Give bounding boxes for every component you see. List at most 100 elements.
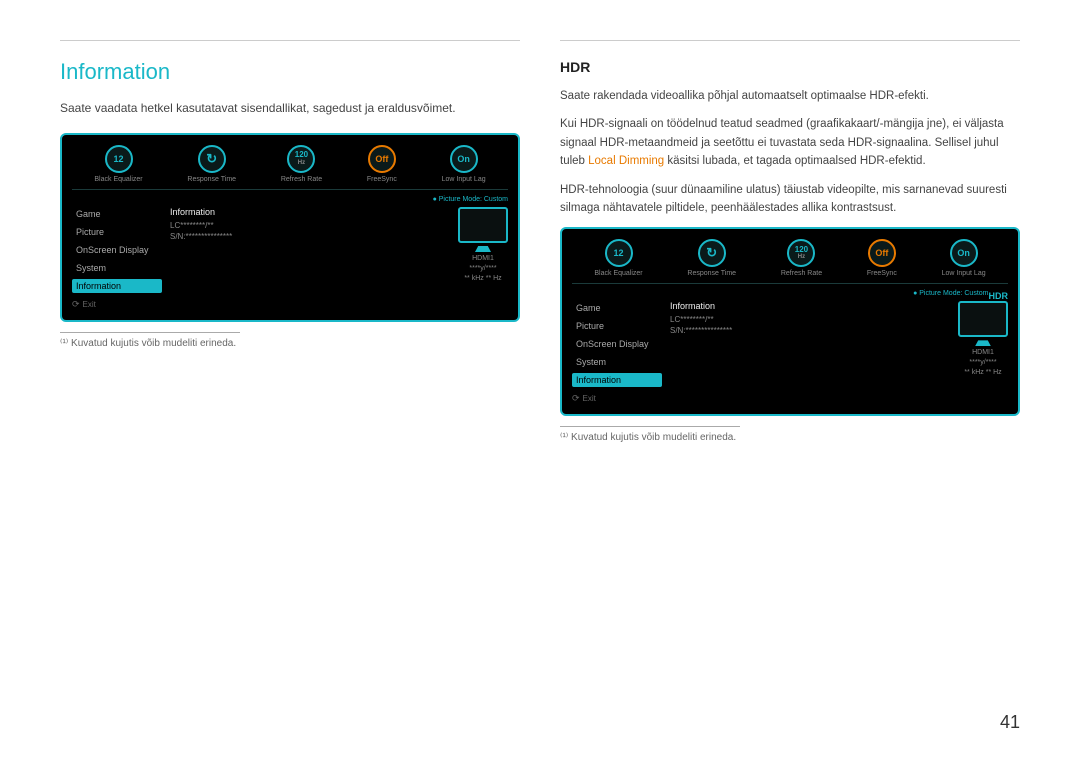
monitor-shape-left <box>458 207 508 243</box>
hdr-subtitle: HDR <box>560 59 1020 75</box>
dial-circle-fs-left: Off <box>368 145 396 173</box>
monitor-info-line1-right: ****y/**** <box>969 359 996 366</box>
osd-info-line2-right: S/N:*************** <box>670 326 950 335</box>
osd-monitor-img-left: HDMI1 ****y/**** ** kHz ** Hz <box>458 207 508 293</box>
two-column-layout: Information Saate vaadata hetkel kasutat… <box>60 40 1020 733</box>
dial-response-time-left: ↻ Response Time <box>187 145 236 183</box>
dial-freesync-right: Off FreeSync <box>867 239 897 277</box>
dial-circle-rr-right: 120Hz <box>787 239 815 267</box>
page-number: 41 <box>1000 712 1020 733</box>
dial-low-input-lag-right: On Low Input Lag <box>942 239 986 277</box>
left-column: Information Saate vaadata hetkel kasutat… <box>60 40 520 733</box>
dial-low-input-lag-left: On Low Input Lag <box>442 145 486 183</box>
dial-circle-lil-left: On <box>450 145 478 173</box>
dial-label-fs-right: FreeSync <box>867 270 897 277</box>
section-title-information: Information <box>60 59 520 85</box>
monitor-info-label-left: HDMI1 <box>472 255 494 262</box>
dial-circle-fs-right: Off <box>868 239 896 267</box>
dial-circle-be-left: 12 <box>105 145 133 173</box>
osd-menu-right: Game Picture OnScreen Display System Inf… <box>572 301 662 387</box>
footnote-left: ⁽¹⁾ Kuvatud kujutis võib mudeliti erined… <box>60 338 520 349</box>
picture-mode-label-left: ● Picture Mode: <box>433 196 484 203</box>
dial-label-rt-left: Response Time <box>187 176 236 183</box>
footnote-divider-left <box>60 332 240 333</box>
exit-icon-left: ⟳ <box>72 299 80 310</box>
osd-picture-mode-left: ● Picture Mode: Custom <box>72 196 508 203</box>
dial-circle-be-right: 12 <box>605 239 633 267</box>
picture-mode-value-right: Custom <box>964 290 988 297</box>
exit-icon-right: ⟳ <box>572 393 580 404</box>
menu-item-game-right[interactable]: Game <box>572 301 662 315</box>
menu-item-onscreen-right[interactable]: OnScreen Display <box>572 337 662 351</box>
dial-circle-rt-left: ↻ <box>198 145 226 173</box>
osd-monitor-right: 12 Black Equalizer ↻ Response Time 120Hz… <box>560 227 1020 416</box>
osd-content-left: Information LC********/** S/N:**********… <box>170 207 508 293</box>
menu-item-picture-right[interactable]: Picture <box>572 319 662 333</box>
osd-content-right: Information LC********/** S/N:**********… <box>670 301 1008 387</box>
osd-body-left: Game Picture OnScreen Display System Inf… <box>72 207 508 293</box>
left-description: Saate vaadata hetkel kasutatavat sisenda… <box>60 99 520 117</box>
highlight-local-dimming: Local Dimming <box>588 155 664 167</box>
osd-info-line1-left: LC********/** <box>170 221 450 230</box>
hdr-paragraph-2: Kui HDR-signaali on töödelnud teatud sea… <box>560 115 1020 170</box>
dial-black-equalizer-right: 12 Black Equalizer <box>594 239 642 277</box>
osd-info-title-right: Information <box>670 301 950 311</box>
menu-item-picture-left[interactable]: Picture <box>72 225 162 239</box>
monitor-shape-right <box>958 301 1008 337</box>
monitor-info-line2-right: ** kHz ** Hz <box>964 369 1001 376</box>
osd-dial-row-left: 12 Black Equalizer ↻ Response Time 120Hz… <box>72 145 508 190</box>
footnote-divider-right <box>560 426 740 427</box>
hdr-paragraph-1: Saate rakendada videoallika põhjal autom… <box>560 87 1020 105</box>
osd-info-line2-left: S/N:*************** <box>170 232 450 241</box>
monitor-info-label-right: HDMI1 <box>972 349 994 356</box>
osd-picture-mode-right: ● Picture Mode: Custom <box>572 290 989 297</box>
footnote-right: ⁽¹⁾ Kuvatud kujutis võib mudeliti erined… <box>560 432 1020 443</box>
menu-item-information-right[interactable]: Information <box>572 373 662 387</box>
osd-monitor-img-right: HDMI1 ****y/**** ** kHz ** Hz <box>958 301 1008 387</box>
right-column: HDR Saate rakendada videoallika põhjal a… <box>560 40 1020 733</box>
picture-mode-value-left: Custom <box>484 196 508 203</box>
monitor-stand-right <box>975 340 991 346</box>
monitor-stand-left <box>475 246 491 252</box>
dial-circle-rr-left: 120Hz <box>287 145 315 173</box>
exit-label-right: Exit <box>583 394 596 403</box>
dial-label-be-left: Black Equalizer <box>94 176 142 183</box>
menu-item-game-left[interactable]: Game <box>72 207 162 221</box>
dial-label-rr-left: Refresh Rate <box>281 176 322 183</box>
osd-exit-left[interactable]: ⟳ Exit <box>72 299 508 310</box>
osd-menu-left: Game Picture OnScreen Display System Inf… <box>72 207 162 293</box>
dial-circle-rt-right: ↻ <box>698 239 726 267</box>
dial-label-fs-left: FreeSync <box>367 176 397 183</box>
osd-dial-row-right: 12 Black Equalizer ↻ Response Time 120Hz… <box>572 239 1008 284</box>
osd-exit-right[interactable]: ⟳ Exit <box>572 393 1008 404</box>
dial-circle-lil-right: On <box>950 239 978 267</box>
monitor-info-line1-left: ****y/**** <box>469 265 496 272</box>
dial-freesync-left: Off FreeSync <box>367 145 397 183</box>
osd-monitor-left: 12 Black Equalizer ↻ Response Time 120Hz… <box>60 133 520 322</box>
dial-refresh-rate-left: 120Hz Refresh Rate <box>281 145 322 183</box>
dial-label-lil-left: Low Input Lag <box>442 176 486 183</box>
top-divider-right <box>560 40 1020 41</box>
osd-body-right: Game Picture OnScreen Display System Inf… <box>572 301 1008 387</box>
menu-item-information-left[interactable]: Information <box>72 279 162 293</box>
hdr-badge: HDR <box>989 291 1009 301</box>
page-container: Information Saate vaadata hetkel kasutat… <box>0 0 1080 763</box>
osd-picture-mode-row-right: ● Picture Mode: Custom HDR <box>572 290 1008 301</box>
dial-response-time-right: ↻ Response Time <box>687 239 736 277</box>
dial-black-equalizer-left: 12 Black Equalizer <box>94 145 142 183</box>
menu-item-system-left[interactable]: System <box>72 261 162 275</box>
picture-mode-label-right: ● Picture Mode: <box>913 290 964 297</box>
exit-label-left: Exit <box>83 300 96 309</box>
top-divider-left <box>60 40 520 41</box>
dial-label-be-right: Black Equalizer <box>594 270 642 277</box>
monitor-info-line2-left: ** kHz ** Hz <box>464 275 501 282</box>
dial-label-rr-right: Refresh Rate <box>781 270 822 277</box>
dial-label-rt-right: Response Time <box>687 270 736 277</box>
osd-info-line1-right: LC********/** <box>670 315 950 324</box>
osd-info-panel-left: Information LC********/** S/N:**********… <box>170 207 450 293</box>
hdr-paragraph-3: HDR-tehnoloogia (suur dünaamiline ulatus… <box>560 181 1020 218</box>
menu-item-onscreen-left[interactable]: OnScreen Display <box>72 243 162 257</box>
dial-refresh-rate-right: 120Hz Refresh Rate <box>781 239 822 277</box>
menu-item-system-right[interactable]: System <box>572 355 662 369</box>
osd-info-title-left: Information <box>170 207 450 217</box>
